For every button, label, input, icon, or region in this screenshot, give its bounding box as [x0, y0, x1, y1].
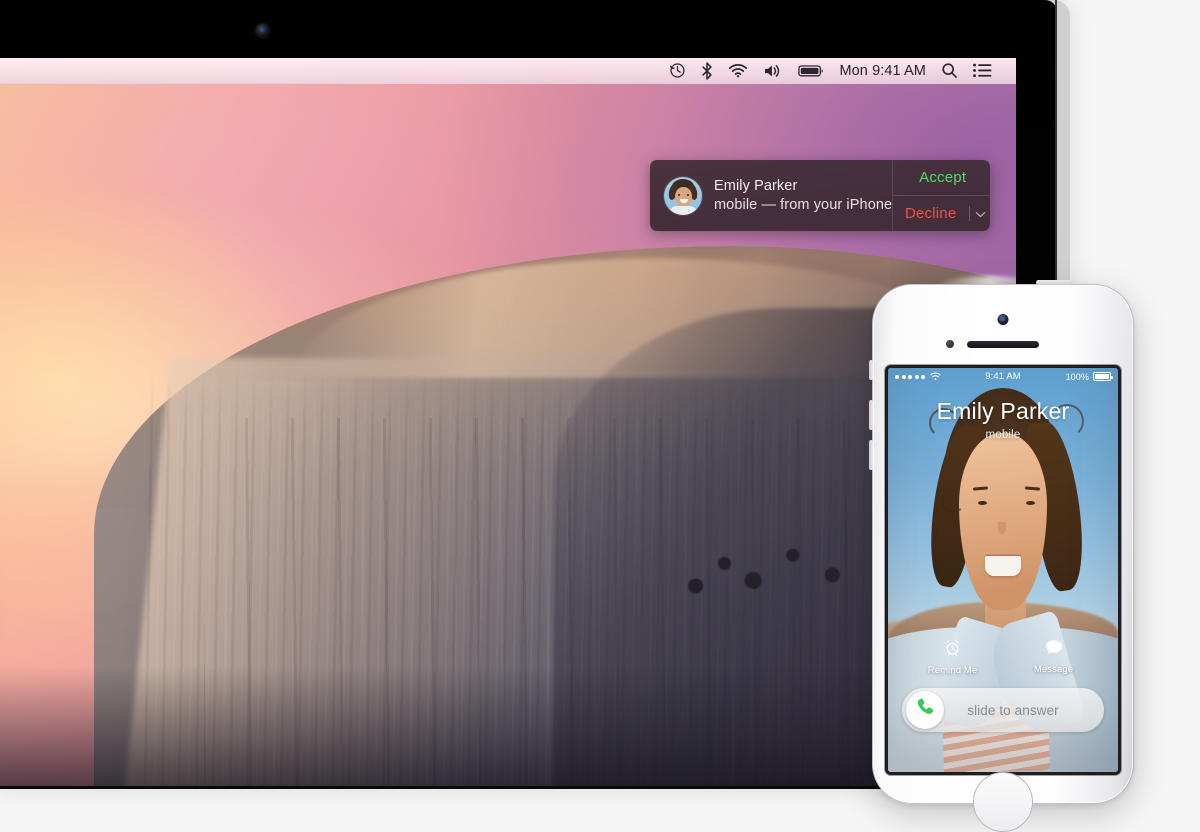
- notification-subtitle: mobile — from your iPhone: [714, 197, 893, 213]
- proximity-sensor-icon: [946, 340, 954, 348]
- call-quick-actions: Remind Me Message: [888, 639, 1118, 676]
- battery-icon: [1093, 372, 1113, 381]
- alarm-clock-icon: [944, 639, 961, 661]
- battery-icon[interactable]: [798, 64, 824, 78]
- notification-title: Emily Parker: [714, 178, 798, 194]
- slide-to-answer-slider[interactable]: slide to answer: [902, 688, 1104, 732]
- earpiece-speaker-icon: [967, 341, 1039, 348]
- volume-down-button[interactable]: [869, 440, 873, 470]
- chevron-down-icon[interactable]: [975, 205, 986, 222]
- iphone-lock-screen[interactable]: 9:41 AM 100% Emily Parker mobile Remind …: [888, 368, 1118, 772]
- notification-info: Emily Parker mobile — from your iPhone: [650, 160, 892, 231]
- slider-knob[interactable]: [906, 691, 944, 729]
- message-action[interactable]: Message: [1018, 639, 1090, 676]
- iphone-device: 9:41 AM 100% Emily Parker mobile Remind …: [869, 280, 1134, 832]
- ios-status-bar: 9:41 AM 100%: [888, 368, 1118, 385]
- message-label: Message: [1033, 664, 1074, 675]
- caller-phone-label: mobile: [985, 429, 1021, 441]
- remind-me-action[interactable]: Remind Me: [917, 639, 989, 676]
- decline-divider: [969, 206, 971, 221]
- slide-to-answer-label: slide to answer: [967, 702, 1059, 718]
- volume-icon[interactable]: [763, 63, 783, 79]
- notification-actions: Accept Decline: [892, 160, 990, 231]
- power-button[interactable]: [1036, 280, 1072, 285]
- ring-silent-switch[interactable]: [869, 360, 873, 380]
- caller-name: Emily Parker: [936, 398, 1070, 424]
- home-button[interactable]: [973, 772, 1033, 832]
- message-bubble-icon: [1045, 639, 1063, 660]
- wifi-icon[interactable]: [728, 63, 748, 78]
- remind-me-label: Remind Me: [927, 665, 978, 676]
- wallpaper-talus-shadow: [0, 666, 1016, 786]
- battery-percent-label: 100%: [1065, 371, 1089, 382]
- mac-desktop-screen: Mon 9:41 AM Emily Parker mobile — from y…: [0, 58, 1016, 786]
- decline-call-button[interactable]: Decline: [893, 196, 990, 231]
- continuity-call-scene: Mon 9:41 AM Emily Parker mobile — from y…: [0, 0, 1200, 832]
- caller-identity: Emily Parker mobile: [888, 398, 1118, 441]
- phone-handset-icon: [915, 697, 936, 723]
- mac-menu-bar: Mon 9:41 AM: [0, 58, 1016, 84]
- volume-up-button[interactable]: [869, 400, 873, 430]
- accept-call-button[interactable]: Accept: [893, 160, 990, 196]
- caller-avatar: [664, 176, 702, 215]
- search-icon[interactable]: [941, 62, 958, 79]
- facetime-camera-icon: [256, 24, 269, 37]
- ios-battery-area: 100%: [1065, 371, 1113, 382]
- notification-text: Emily Parker mobile — from your iPhone: [714, 178, 892, 213]
- decline-label: Decline: [904, 205, 957, 222]
- front-camera-icon: [997, 314, 1009, 325]
- menubar-clock[interactable]: Mon 9:41 AM: [839, 63, 926, 79]
- bluetooth-icon[interactable]: [701, 61, 713, 80]
- notification-center-icon[interactable]: [973, 63, 992, 78]
- time-machine-icon[interactable]: [669, 62, 686, 79]
- incoming-call-notification[interactable]: Emily Parker mobile — from your iPhone A…: [650, 160, 990, 231]
